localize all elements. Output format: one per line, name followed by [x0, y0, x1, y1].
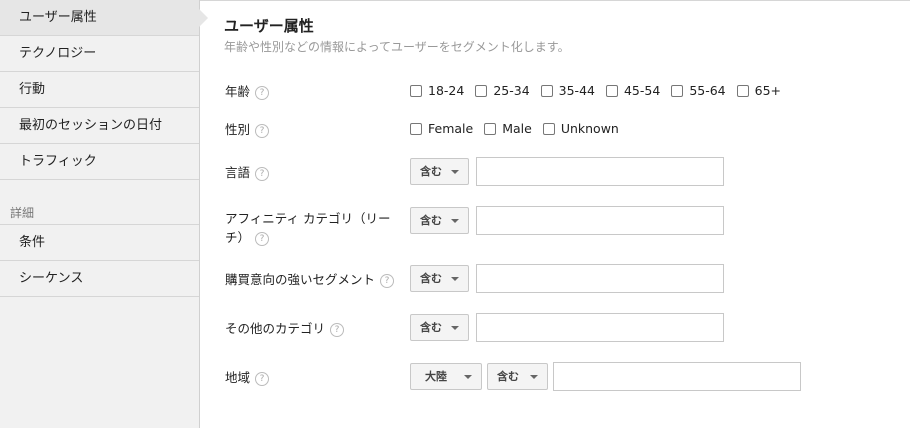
age-option-label: 18-24 [428, 83, 465, 98]
location-input[interactable] [553, 362, 801, 391]
age-option-label: 55-64 [689, 83, 726, 98]
dropdown-value: 含む [497, 370, 519, 383]
language-label: 言語? [225, 163, 270, 182]
language-label-text: 言語 [225, 165, 251, 180]
sidebar-section-advanced: 詳細 [0, 198, 199, 225]
gender-option-label: Unknown [560, 121, 619, 136]
gender-label-text: 性別 [225, 122, 251, 137]
dropdown-value: 大陸 [425, 370, 447, 383]
age-option-label: 45-54 [623, 83, 661, 98]
main-panel: ユーザー属性 年齢や性別などの情報によってユーザーをセグメント化します。 年齢?… [200, 0, 910, 428]
age-checkbox-55-64[interactable]: 55-64 [671, 83, 726, 98]
age-option-label: 35-44 [558, 83, 595, 98]
other-category-label: その他のカテゴリ? [225, 319, 345, 338]
help-icon[interactable]: ? [330, 322, 345, 337]
language-input[interactable] [476, 157, 724, 186]
sidebar-item-first-session-date[interactable]: 最初のセッションの日付 [0, 108, 199, 144]
gender-checkbox-male[interactable]: Male [484, 121, 532, 136]
other-category-match-dropdown[interactable]: 含む [410, 314, 469, 341]
age-checkbox-35-44[interactable]: 35-44 [540, 83, 595, 98]
gender-option-label: Male [502, 121, 532, 136]
age-label-text: 年齢 [225, 84, 251, 99]
gender-label: 性別? [225, 120, 270, 139]
sidebar-item-sequences[interactable]: シーケンス [0, 261, 199, 297]
chevron-down-icon [451, 277, 459, 281]
other-category-input[interactable] [476, 313, 724, 342]
help-icon[interactable]: ? [255, 231, 270, 246]
in-market-label-text: 購買意向の強いセグメント [225, 272, 376, 287]
checkbox-icon [410, 84, 422, 97]
help-icon[interactable]: ? [255, 371, 270, 386]
dropdown-value: 含む [420, 321, 442, 334]
help-icon[interactable]: ? [380, 273, 395, 288]
age-checkbox-18-24[interactable]: 18-24 [410, 83, 464, 98]
gender-checkbox-female[interactable]: Female [410, 121, 473, 136]
checkbox-icon [605, 84, 618, 97]
checkbox-icon [410, 122, 422, 135]
age-checkbox-45-54[interactable]: 45-54 [605, 83, 661, 98]
age-checkbox-65-plus[interactable]: 65+ [736, 83, 782, 98]
age-checkbox-25-34[interactable]: 25-34 [475, 83, 530, 98]
checkbox-icon [540, 84, 553, 97]
in-market-label: 購買意向の強いセグメント? [225, 270, 395, 289]
location-match-dropdown[interactable]: 含む [487, 363, 548, 390]
in-market-input[interactable] [476, 264, 724, 293]
dropdown-value: 含む [420, 165, 442, 178]
affinity-label-text-2: チ） [225, 230, 251, 245]
sidebar: ユーザー属性 テクノロジー 行動 最初のセッションの日付 トラフィック 詳細 条… [0, 0, 208, 428]
chevron-down-icon [451, 219, 459, 223]
sidebar-item-conditions[interactable]: 条件 [0, 225, 199, 261]
dropdown-value: 含む [420, 214, 442, 227]
sidebar-item-demographics[interactable]: ユーザー属性 [0, 0, 208, 36]
language-match-dropdown[interactable]: 含む [410, 158, 469, 185]
chevron-down-icon [451, 326, 459, 330]
page-subtitle: 年齢や性別などの情報によってユーザーをセグメント化します。 [224, 40, 570, 54]
other-category-label-text: その他のカテゴリ [225, 321, 326, 336]
gender-option-label: Female [428, 121, 474, 136]
sidebar-item-behavior[interactable]: 行動 [0, 72, 199, 108]
checkbox-icon [671, 84, 684, 97]
affinity-label-text: アフィニティ カテゴリ（リー [225, 211, 391, 226]
page-title: ユーザー属性 [224, 17, 314, 35]
chevron-down-icon [530, 375, 538, 379]
location-scope-dropdown[interactable]: 大陸 [410, 363, 482, 390]
sidebar-item-traffic[interactable]: トラフィック [0, 144, 199, 180]
gender-options: Female Male Unknown [410, 121, 630, 136]
help-icon[interactable]: ? [255, 123, 270, 138]
location-label-text: 地域 [225, 370, 251, 385]
age-options: 18-24 25-34 35-44 45-54 55-64 65+ [410, 83, 792, 98]
help-icon[interactable]: ? [255, 85, 270, 100]
checkbox-icon [484, 122, 497, 135]
checkbox-icon [475, 84, 488, 97]
sidebar-item-technology[interactable]: テクノロジー [0, 36, 199, 72]
help-icon[interactable]: ? [255, 166, 270, 181]
checkbox-icon [736, 84, 749, 97]
chevron-down-icon [464, 375, 472, 379]
affinity-label: アフィニティ カテゴリ（リー チ）? [225, 209, 405, 247]
age-option-label: 25-34 [493, 83, 530, 98]
affinity-match-dropdown[interactable]: 含む [410, 207, 469, 234]
location-label: 地域? [225, 368, 270, 387]
affinity-input[interactable] [476, 206, 724, 235]
chevron-down-icon [451, 170, 459, 174]
gender-checkbox-unknown[interactable]: Unknown [542, 121, 619, 136]
age-label: 年齢? [225, 82, 270, 101]
in-market-match-dropdown[interactable]: 含む [410, 265, 469, 292]
dropdown-value: 含む [420, 272, 442, 285]
age-option-label: 65+ [754, 83, 782, 98]
checkbox-icon [542, 122, 555, 135]
